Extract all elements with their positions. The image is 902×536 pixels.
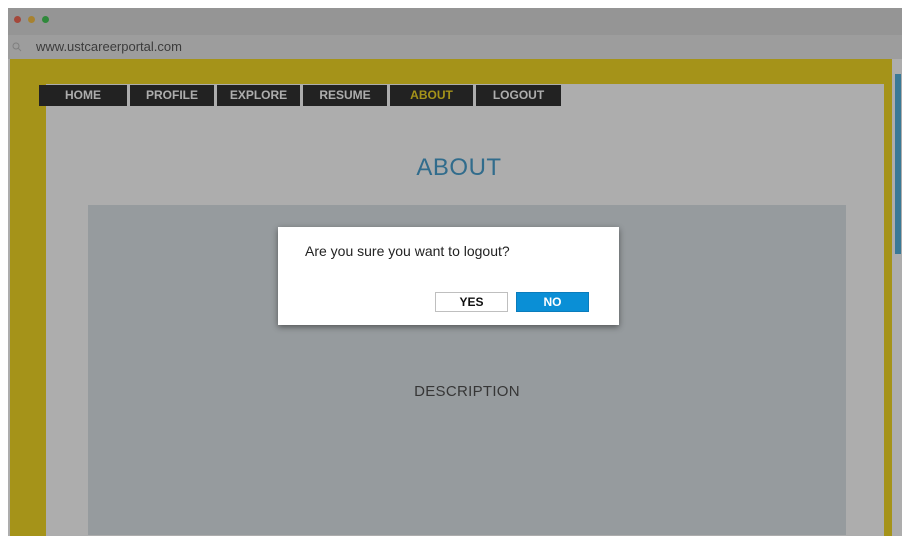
logout-confirm-dialog: Are you sure you want to logout? YES NO [278,227,619,325]
no-button[interactable]: NO [516,292,589,312]
yes-button[interactable]: YES [435,292,508,312]
dialog-message: Are you sure you want to logout? [305,243,510,259]
browser-window: www.ustcareerportal.com HOME PROFILE EXP… [8,8,902,536]
